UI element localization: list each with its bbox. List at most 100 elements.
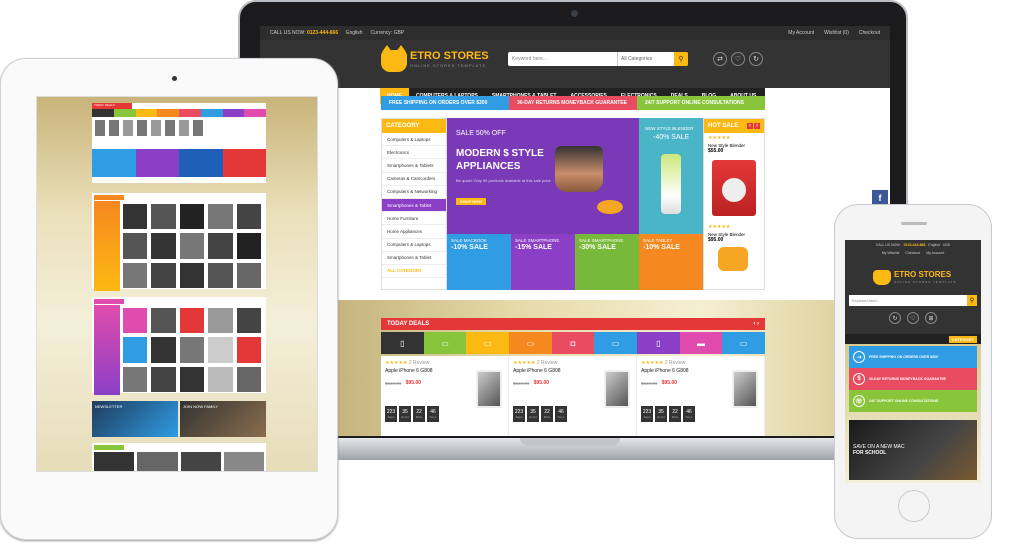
phone-logo-tagline: ONLINE STORES TEMPLATE [894, 280, 957, 284]
phone-header: CALL US NOW: 0123-444-666 English USD My Wi… [845, 240, 981, 334]
category-item[interactable]: Computers & Laptops [382, 239, 446, 252]
phone-currency[interactable]: USD [943, 243, 950, 247]
category-item[interactable]: Smartphones & Tablets [382, 159, 446, 173]
phone-home-button[interactable] [898, 490, 930, 522]
phone-strip-shipping: ⇢ FREE SHIPPING ON ORDERS OVER $300 [849, 346, 977, 368]
phone-search-icon[interactable]: ⚲ [967, 295, 977, 306]
blender-banner[interactable]: NEW STYLE BLENDER -40% SALE [639, 118, 703, 234]
phone-logo-cat-icon[interactable] [873, 270, 891, 285]
tablet-screen: TODAY DEALS NEWSLETTER JOIN NOW FAMILY [36, 96, 318, 472]
phone-category-bar[interactable]: CATEGORY [845, 334, 981, 344]
slide-description: Be quick! Only 90 products available at … [456, 178, 551, 183]
phone-account-link[interactable]: My Account [926, 251, 944, 255]
tablet-sale-tiles [92, 149, 266, 177]
phone-topbar: CALL US NOW: 0123-444-666 English USD [875, 242, 951, 247]
deal-product-card[interactable]: ★★★★★ 2 Review Apple iPhone 6 G808 $120.… [637, 356, 765, 436]
tablet-camera [172, 76, 177, 81]
ipad-image [732, 370, 758, 408]
tablet-smartphones-section [92, 297, 266, 395]
tablet-icon-row [92, 109, 266, 117]
tv-icon[interactable]: ▭ [509, 332, 552, 354]
prev-arrow-icon[interactable]: ‹ [747, 123, 753, 129]
heart-icon[interactable]: ♡ [907, 312, 919, 324]
top-bar: CALL US NOW: 0123-444-666 English Curren… [260, 26, 890, 40]
old-price: $120.00 [641, 380, 658, 386]
compare-icon[interactable]: ⇄ [713, 52, 727, 66]
hero-slider[interactable]: SALE 50% OFF MODERN $ STYLE APPLIANCES B… [447, 118, 639, 234]
currency-select[interactable]: Currency: GBP [371, 30, 405, 36]
monitor-icon[interactable]: ▭ [594, 332, 638, 354]
language-select[interactable]: English [346, 30, 362, 36]
phone-icon[interactable]: ▯ [637, 332, 680, 354]
logo-cat-icon[interactable] [381, 45, 407, 72]
refresh-icon[interactable]: ↻ [889, 312, 901, 324]
rating-stars: ★★★★★ [708, 135, 731, 141]
category-item[interactable]: Electronics [382, 146, 446, 160]
phone-search-input[interactable]: Keyword here... [849, 295, 967, 306]
monitor-icon[interactable]: ▭ [722, 332, 766, 354]
strip-shipping: FREE SHIPPING ON ORDERS OVER $300 [381, 96, 509, 110]
phone-promo-banner[interactable]: SAVE ON A NEW MAC FOR SCHOOL [849, 420, 977, 480]
old-price: $120.00 [385, 380, 402, 386]
phone-links: My Wishlist Checkout My Account [845, 249, 981, 257]
phone-category-label: CATEGORY [948, 335, 977, 343]
next-arrow-icon[interactable]: › [754, 123, 760, 129]
tv-icon[interactable]: ▭ [466, 332, 510, 354]
checkout-link[interactable]: Checkout [859, 30, 880, 36]
shop-now-button[interactable]: SHOP NOW [456, 198, 486, 205]
hot-sale-title: HOT SALE ‹ › [704, 119, 764, 133]
rating-stars: ★★★★★ 2 Review [641, 360, 686, 366]
sale-tiles: SALE MACBOOK -10% SALE SALE SMARTPHONE -15… [447, 234, 703, 290]
deal-category-icons: ▯ ▭ ▭ ▭ ◘ ▭ ▯ ▬ ▭ [381, 332, 766, 354]
food-image [597, 200, 623, 214]
slide-sale: SALE 50% OFF [456, 130, 506, 137]
strip-returns: 30-DAY RETURNS MONEYBACK GUARANTEE [509, 96, 637, 110]
my-account-link[interactable]: My Account [788, 30, 814, 36]
tile-macbook[interactable]: SALE MACBOOK -10% SALE [447, 234, 511, 290]
logo-text[interactable]: ETRO STORES [410, 50, 489, 62]
rating-stars: ★★★★★ [708, 224, 731, 230]
phone-icon[interactable]: ▯ [381, 332, 424, 354]
search-icon[interactable]: ⚲ [674, 52, 688, 66]
today-deals-bar: TODAY DEALS ‹ › [381, 318, 765, 330]
product-price: $95.00 [708, 237, 724, 243]
phone-wishlist-link[interactable]: My Wishlist [882, 251, 900, 255]
product-price: $95.00 [405, 380, 422, 386]
refresh-icon[interactable]: ↻ [749, 52, 763, 66]
all-category-link[interactable]: ALL CATEGORY [382, 265, 446, 279]
phone-checkout-link[interactable]: Checkout [905, 251, 920, 255]
countdown: 223 Days 35 Hours 22 Mins 46 Secs [641, 406, 760, 422]
category-title: CATEGORY [382, 119, 446, 133]
slide-title-2: APPLIANCES [456, 161, 521, 172]
category-item[interactable]: Home Furniture [382, 212, 446, 226]
countdown: 223 Days 35 Hours 22 Mins 46 Secs [513, 406, 632, 422]
phone-speaker [901, 222, 927, 225]
deal-product-card[interactable]: ★★★★★ 2 Review Apple iPhone 6 G808 $120.… [381, 356, 509, 436]
phone-language[interactable]: English [928, 243, 939, 247]
deal-product-card[interactable]: ★★★★★ 2 Review Apple iPhone 6 G808 $120.… [509, 356, 637, 436]
washer-image [712, 160, 756, 216]
category-item[interactable]: Home Appliances [382, 225, 446, 239]
cart-icon[interactable]: ⊞ [925, 312, 937, 324]
sofa-icon[interactable]: ▬ [679, 332, 723, 354]
tile-tablet[interactable]: SALE TABLET -10% SALE [639, 234, 703, 290]
wishlist-link[interactable]: Wishlist (0) [824, 30, 849, 36]
camera-icon[interactable]: ◘ [551, 332, 595, 354]
tile-smartphone-2[interactable]: SALE SMARTPHONE -30% SALE [575, 234, 639, 290]
search-category-select[interactable]: All Categories [617, 52, 674, 66]
newsletter-banner[interactable]: NEWSLETTER [92, 401, 178, 437]
laptop-notch [520, 438, 620, 446]
category-item-active[interactable]: Smartphones & Tablet [382, 198, 446, 213]
heart-icon[interactable]: ♡ [731, 52, 745, 66]
ipad-image [604, 370, 630, 408]
category-item[interactable]: Cameras & Camcorders [382, 173, 446, 186]
category-item[interactable]: Smartphones & Tablet [382, 252, 446, 265]
deals-arrows-icon[interactable]: ‹ › [753, 321, 759, 327]
category-item[interactable]: Computers & Laptops [382, 133, 446, 147]
join-banner[interactable]: JOIN NOW FAMILY [180, 401, 266, 437]
tablet-products [92, 117, 266, 139]
category-item[interactable]: Computers & Networking [382, 186, 446, 199]
tile-smartphone[interactable]: SALE SMARTPHONE -15% SALE [511, 234, 575, 290]
phone-logo-text[interactable]: ETRO STORES [894, 270, 951, 279]
monitor-icon[interactable]: ▭ [423, 332, 467, 354]
